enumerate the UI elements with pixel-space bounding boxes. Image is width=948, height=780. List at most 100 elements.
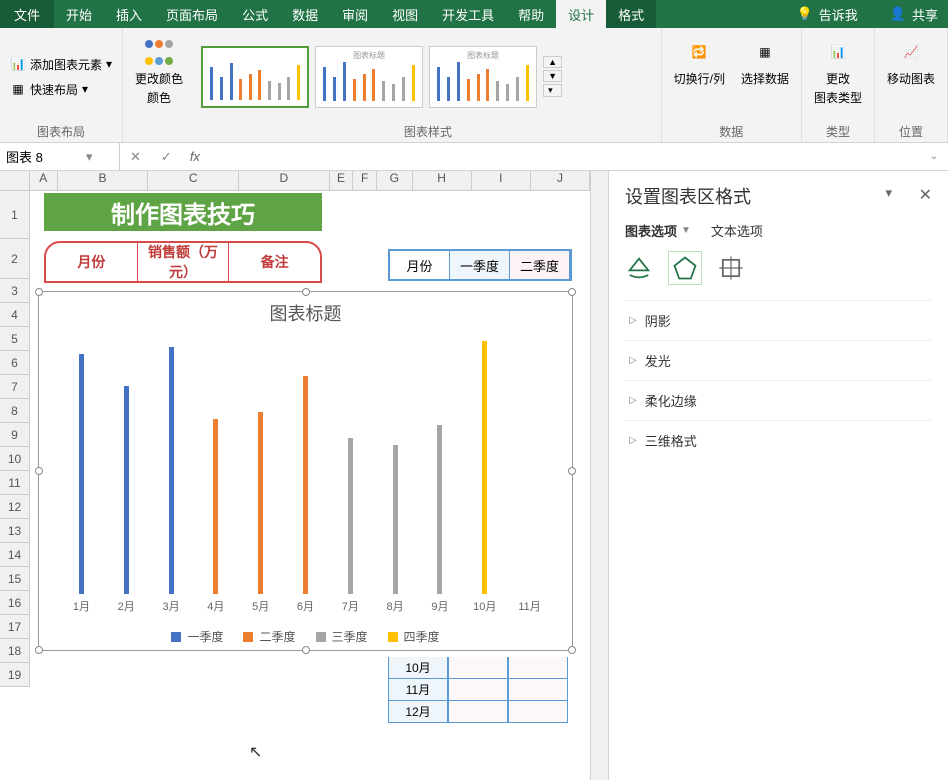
section-shadow[interactable]: ▷阴影 xyxy=(625,300,932,340)
chart-object[interactable]: 图表标题 1月2月3月4月5月6月7月8月9月10月11月 一季度二季度三季度四… xyxy=(38,291,573,651)
legend-item[interactable]: 三季度 xyxy=(316,628,368,645)
add-chart-element-button[interactable]: 📊 添加图表元素 ▾ xyxy=(6,54,116,75)
tab-page-layout[interactable]: 页面布局 xyxy=(154,0,230,28)
row-header[interactable]: 10 xyxy=(0,447,30,471)
bar[interactable] xyxy=(482,341,487,595)
resize-handle[interactable] xyxy=(35,467,43,475)
grid-area[interactable]: 制作图表技巧 月份 销售额（万元） 备注 月份 一季度 二季度 xyxy=(30,191,590,780)
name-box-input[interactable] xyxy=(6,149,86,164)
row-header[interactable]: 7 xyxy=(0,375,30,399)
row-header[interactable]: 8 xyxy=(0,399,30,423)
tab-formulas[interactable]: 公式 xyxy=(230,0,280,28)
tab-view[interactable]: 视图 xyxy=(380,0,430,28)
tab-help[interactable]: 帮助 xyxy=(506,0,556,28)
pane-tab-text-options[interactable]: 文本选项 xyxy=(711,221,763,240)
chart-title[interactable]: 图表标题 xyxy=(39,292,572,334)
row-header[interactable]: 15 xyxy=(0,567,30,591)
expand-formula-bar-icon[interactable]: ⌄ xyxy=(920,151,948,162)
chart-plot-area[interactable] xyxy=(59,334,552,594)
col-header[interactable]: C xyxy=(148,171,239,191)
row-header[interactable]: 4 xyxy=(0,303,30,327)
col-header[interactable]: H xyxy=(413,171,472,191)
chart-x-axis[interactable]: 1月2月3月4月5月6月7月8月9月10月11月 xyxy=(59,598,552,614)
pane-tab-chart-options[interactable]: 图表选项 ▼ xyxy=(625,221,691,240)
row-header[interactable]: 12 xyxy=(0,495,30,519)
resize-handle[interactable] xyxy=(568,288,576,296)
cancel-formula-icon[interactable]: ✕ xyxy=(120,149,151,165)
bar[interactable] xyxy=(79,354,84,595)
pane-options-dropdown-icon[interactable]: ▾ xyxy=(885,185,892,201)
share-button[interactable]: 共享 xyxy=(912,5,938,24)
section-glow[interactable]: ▷发光 xyxy=(625,340,932,380)
bar[interactable] xyxy=(213,419,218,595)
resize-handle[interactable] xyxy=(568,646,576,654)
tab-home[interactable]: 开始 xyxy=(54,0,104,28)
bar-group[interactable] xyxy=(59,334,104,594)
bar[interactable] xyxy=(169,347,174,594)
fx-icon[interactable]: fx xyxy=(182,149,208,164)
tab-developer[interactable]: 开发工具 xyxy=(430,0,506,28)
fill-line-icon[interactable] xyxy=(625,254,653,282)
row-header[interactable]: 19 xyxy=(0,663,30,687)
section-soft-edges[interactable]: ▷柔化边缘 xyxy=(625,380,932,420)
effects-icon[interactable] xyxy=(671,254,699,282)
bar-group[interactable] xyxy=(328,334,373,594)
chart-styles-scroll[interactable]: ▲ ▼ ▾ xyxy=(543,56,562,97)
row-header[interactable]: 3 xyxy=(0,279,30,303)
row-header[interactable]: 11 xyxy=(0,471,30,495)
row-header[interactable]: 13 xyxy=(0,519,30,543)
row-header[interactable]: 18 xyxy=(0,639,30,663)
enter-formula-icon[interactable]: ✓ xyxy=(151,149,182,165)
bar-group[interactable] xyxy=(149,334,194,594)
bar-group[interactable] xyxy=(238,334,283,594)
section-3d-format[interactable]: ▷三维格式 xyxy=(625,420,932,460)
col-header[interactable]: J xyxy=(531,171,590,191)
col-header[interactable]: A xyxy=(30,171,58,191)
col-header[interactable]: F xyxy=(353,171,377,191)
bar-group[interactable] xyxy=(462,334,507,594)
worksheet[interactable]: ABCDEFGHIJ 12345678910111213141516171819… xyxy=(0,171,590,780)
change-colors-button[interactable]: 更改颜色 颜色 xyxy=(129,32,189,110)
bar[interactable] xyxy=(124,386,129,594)
row-header[interactable]: 9 xyxy=(0,423,30,447)
bar-group[interactable] xyxy=(104,334,149,594)
bar[interactable] xyxy=(437,425,442,594)
bar[interactable] xyxy=(258,412,263,594)
bar[interactable] xyxy=(303,376,308,594)
row-header[interactable]: 2 xyxy=(0,239,30,279)
resize-handle[interactable] xyxy=(35,646,43,654)
column-headers[interactable]: ABCDEFGHIJ xyxy=(30,171,590,191)
resize-handle[interactable] xyxy=(302,288,310,296)
col-header[interactable]: G xyxy=(377,171,413,191)
quick-layout-button[interactable]: ▦ 快速布局 ▾ xyxy=(6,79,92,100)
name-box[interactable]: ▾ xyxy=(0,143,120,170)
row-header[interactable]: 1 xyxy=(0,191,30,239)
chart-style-3[interactable] xyxy=(429,46,537,108)
select-all-corner[interactable] xyxy=(0,171,30,191)
row-header[interactable]: 5 xyxy=(0,327,30,351)
vertical-scrollbar[interactable] xyxy=(590,171,608,780)
row-header[interactable]: 6 xyxy=(0,351,30,375)
legend-item[interactable]: 一季度 xyxy=(171,628,223,645)
tab-insert[interactable]: 插入 xyxy=(104,0,154,28)
tell-me[interactable]: 告诉我 xyxy=(819,5,858,24)
tab-design[interactable]: 设计 xyxy=(556,0,606,28)
tab-review[interactable]: 审阅 xyxy=(330,0,380,28)
col-header[interactable]: E xyxy=(330,171,354,191)
change-chart-type-button[interactable]: 📊 更改 图表类型 xyxy=(808,32,868,110)
resize-handle[interactable] xyxy=(302,646,310,654)
bar-group[interactable] xyxy=(418,334,463,594)
chart-style-1[interactable] xyxy=(201,46,309,108)
file-menu[interactable]: 文件 xyxy=(0,0,54,28)
select-data-button[interactable]: ▦ 选择数据 xyxy=(735,32,795,91)
tab-format[interactable]: 格式 xyxy=(606,0,656,28)
bar[interactable] xyxy=(393,445,398,595)
move-chart-button[interactable]: 📈 移动图表 xyxy=(881,32,941,91)
name-box-dropdown-icon[interactable]: ▾ xyxy=(86,149,93,165)
row-header[interactable]: 17 xyxy=(0,615,30,639)
close-pane-icon[interactable]: ✕ xyxy=(919,185,932,205)
bar[interactable] xyxy=(348,438,353,594)
col-header[interactable]: B xyxy=(58,171,149,191)
bar-group[interactable] xyxy=(373,334,418,594)
row-header[interactable]: 16 xyxy=(0,591,30,615)
